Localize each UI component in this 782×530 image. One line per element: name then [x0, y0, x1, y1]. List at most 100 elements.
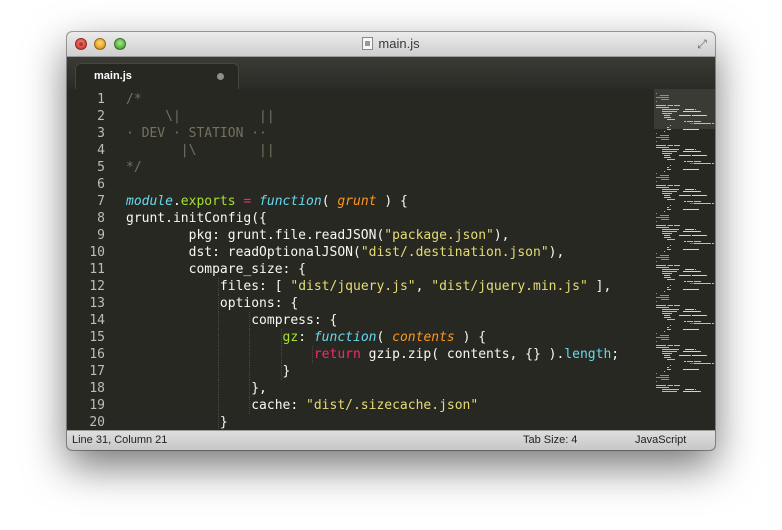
minimap-line [667, 327, 669, 328]
code-line[interactable]: files: [ "dist/jquery.js", "dist/jquery.… [126, 278, 654, 295]
minimap-line [667, 207, 669, 208]
code-line[interactable]: grunt.initConfig({ [126, 210, 654, 227]
minimap-line [682, 351, 700, 352]
code-line[interactable]: · DEV · STATION ·· [126, 125, 654, 142]
minimap-line [683, 129, 699, 130]
minimap-line [667, 209, 672, 210]
code-line[interactable]: \| || [126, 108, 654, 125]
minimap-line [699, 351, 701, 352]
code-token: options: { [126, 296, 299, 311]
line-number: 12 [89, 279, 105, 294]
minimap-line [712, 123, 713, 124]
fullscreen-icon[interactable]: ⤢ [695, 37, 709, 51]
minimap-line [659, 95, 670, 96]
code-line[interactable]: compress: { [126, 312, 654, 329]
minimap-line [661, 271, 677, 272]
code-line[interactable]: compare_size: { [126, 261, 654, 278]
minimap[interactable] [654, 89, 715, 430]
code-line[interactable]: } [126, 414, 654, 430]
minimap-line [664, 275, 670, 276]
minimap-line [656, 137, 669, 138]
minimap-line [699, 161, 702, 162]
minimap-line [661, 231, 677, 232]
code-line[interactable]: } [126, 363, 654, 380]
minimap-line [664, 251, 666, 252]
minimap-line [678, 105, 681, 106]
minimap-line [699, 121, 702, 122]
unsaved-dot-icon[interactable] [217, 73, 224, 80]
minimap-line [660, 185, 666, 186]
minimap-line [664, 197, 672, 198]
code-line[interactable]: */ [126, 159, 654, 176]
cursor-position[interactable]: Line 31, Column 21 [72, 434, 167, 446]
code-editor[interactable]: 1 2 3 4 5 6 7 8 9 10 11 12 13 14 15 16 17 18 19 20 /* \| ||… [67, 89, 715, 430]
line-number: 6 [97, 177, 105, 192]
minimap-line [664, 277, 672, 278]
minimap-line [661, 229, 680, 230]
code-line[interactable]: dst: readOptionalJSON("dist/.destination… [126, 244, 654, 261]
code-token: ), [493, 228, 510, 243]
minimap-line [656, 97, 669, 98]
indent-guide [217, 329, 220, 346]
code-line[interactable]: module.exports = function( grunt ) { [126, 193, 654, 210]
minimap-line [699, 111, 701, 112]
minimap-line [664, 211, 666, 212]
minimap-line [660, 339, 670, 340]
code-line[interactable]: |\ || [126, 142, 654, 159]
code-token: dst: readOptionalJSON( [126, 245, 361, 260]
minimap-line [712, 203, 713, 204]
code-line[interactable]: options: { [126, 295, 654, 312]
code-line[interactable] [126, 176, 654, 193]
minimap-line [684, 349, 695, 350]
minimap-line [661, 111, 677, 112]
minimap-line [679, 195, 691, 196]
minimap-line [667, 249, 672, 250]
minimap-line [664, 357, 672, 358]
minimap-line [667, 199, 675, 200]
code-area[interactable]: /* \| || · DEV · STATION ·· |\ || */ module… [126, 91, 654, 430]
code-line[interactable]: return gzip.zip( contents, {} ).length; [126, 346, 654, 363]
code-token: } [126, 415, 228, 430]
indent-guide [217, 414, 220, 430]
code-line[interactable]: gz: function( contents ) { [126, 329, 654, 346]
minimap-line [660, 105, 666, 106]
indent-guide [280, 363, 283, 380]
tab-main-js[interactable]: main.js [75, 63, 239, 89]
code-token: function [313, 330, 377, 345]
status-bar: Line 31, Column 21 Tab Size: 4 JavaScrip… [67, 430, 715, 450]
minimap-line [712, 163, 713, 164]
minimap-line [712, 363, 713, 364]
minimap-line [656, 301, 658, 302]
code-line[interactable]: cache: "dist/.sizecache.json" [126, 397, 654, 414]
code-line[interactable]: /* [126, 91, 654, 108]
minimap-line [656, 93, 658, 94]
minimap-line [679, 235, 691, 236]
code-token: exports [180, 194, 236, 209]
minimap-line [693, 123, 712, 124]
minimap-line [667, 279, 675, 280]
minimap-line [693, 243, 712, 244]
code-line[interactable]: }, [126, 380, 654, 397]
minimap-line [660, 219, 670, 220]
tab-size-selector[interactable]: Tab Size: 4 [523, 434, 577, 446]
minimap-line [699, 201, 702, 202]
code-line[interactable]: pkg: grunt.file.readJSON("package.json")… [126, 227, 654, 244]
code-token: "dist/.sizecache.json" [306, 398, 479, 413]
code-token: contents [392, 330, 455, 345]
minimap-line [661, 151, 677, 152]
minimap-line [705, 355, 708, 356]
syntax-selector[interactable]: JavaScript [635, 434, 686, 446]
title-bar[interactable]: main.js ⤢ [67, 32, 715, 57]
minimap-line [659, 335, 670, 336]
indent-guide [249, 397, 251, 414]
code-token: }, [126, 381, 267, 396]
minimap-line [683, 329, 699, 330]
minimap-line [699, 241, 702, 242]
minimap-line [699, 281, 702, 282]
minimap-line [656, 333, 658, 334]
minimap-line [661, 391, 677, 392]
line-number: 13 [89, 296, 105, 311]
code-token: ) { [454, 330, 487, 345]
code-token: gz [282, 330, 299, 345]
